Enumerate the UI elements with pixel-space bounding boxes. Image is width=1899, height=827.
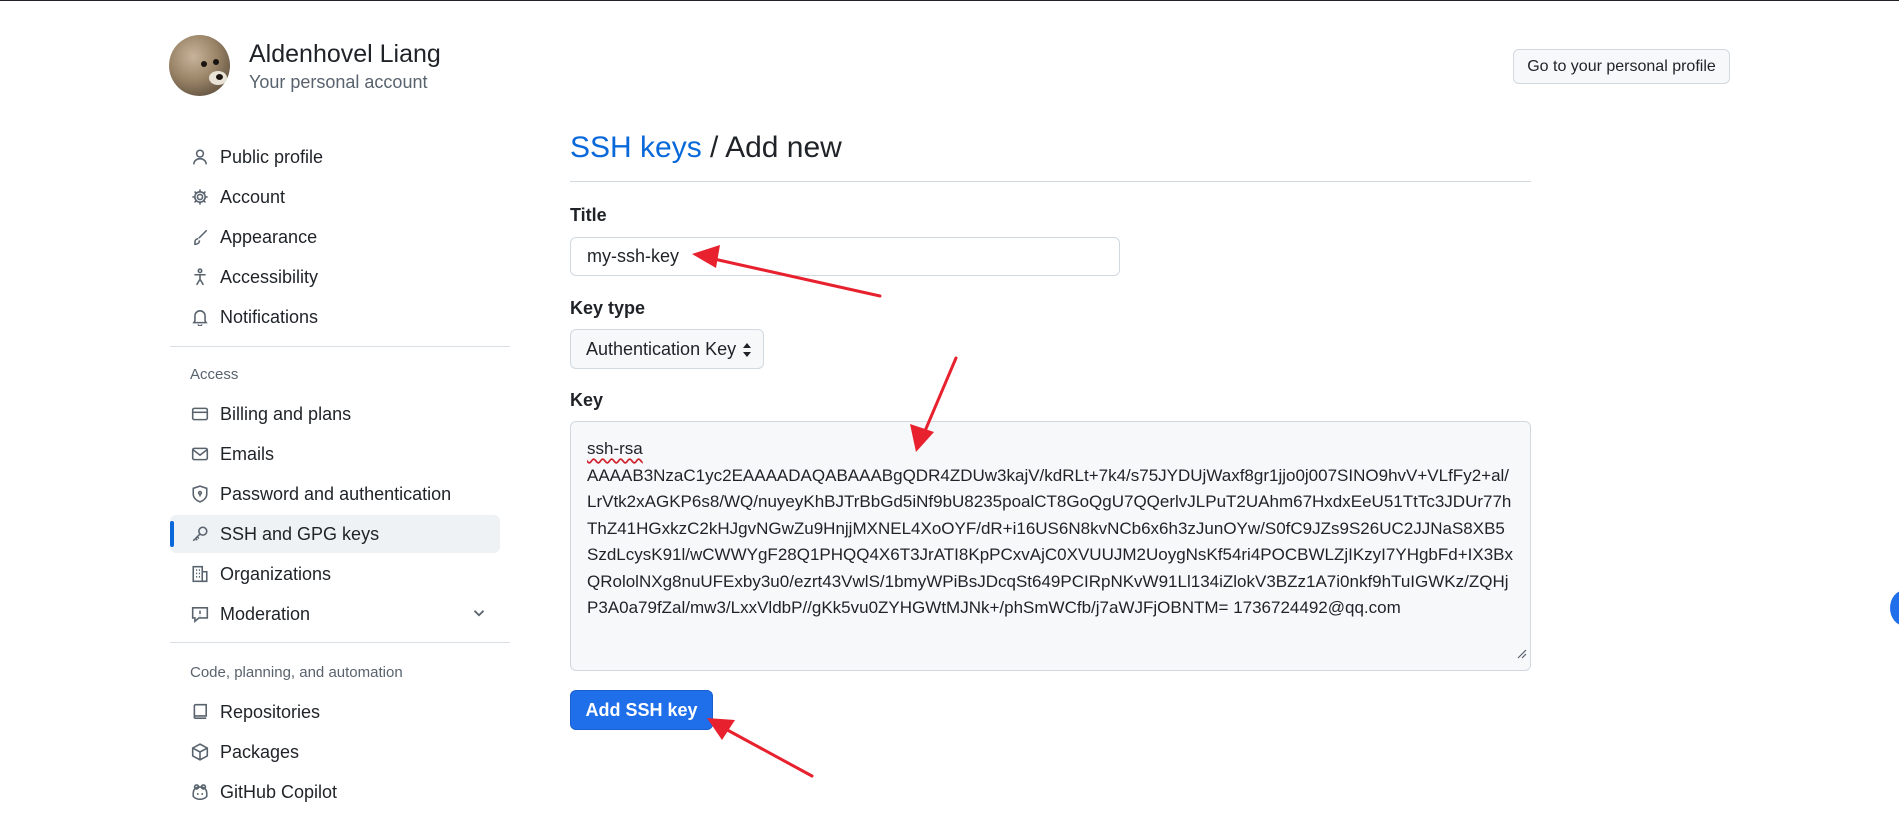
sidebar-item-appearance[interactable]: Appearance bbox=[170, 218, 500, 256]
sidebar-item-label: Password and authentication bbox=[220, 483, 452, 504]
key-icon bbox=[189, 523, 211, 545]
title-label: Title bbox=[570, 205, 607, 225]
sidebar-item-copilot[interactable]: GitHub Copilot bbox=[170, 773, 500, 811]
person-icon bbox=[189, 146, 211, 168]
sidebar-item-label: Public profile bbox=[220, 146, 324, 167]
accessibility-icon bbox=[189, 266, 211, 288]
credit-card-icon bbox=[189, 403, 211, 425]
sidebar-item-label: Billing and plans bbox=[220, 403, 352, 424]
sidebar-item-public-profile[interactable]: Public profile bbox=[170, 138, 500, 176]
title-divider bbox=[570, 181, 1531, 182]
sidebar-item-label: GitHub Copilot bbox=[220, 781, 338, 802]
sidebar-item-accessibility[interactable]: Accessibility bbox=[170, 258, 500, 296]
breadcrumb-ssh-keys-link[interactable]: SSH keys bbox=[570, 131, 702, 164]
page-title: SSH keys / Add new bbox=[570, 131, 842, 165]
sidebar-item-emails[interactable]: Emails bbox=[170, 435, 500, 473]
sidebar-item-label: Moderation bbox=[220, 603, 311, 624]
top-border bbox=[0, 0, 1899, 1]
sidebar-item-password-auth[interactable]: Password and authentication bbox=[170, 475, 500, 513]
sidebar-item-moderation[interactable]: Moderation bbox=[170, 595, 500, 633]
sidebar-item-label: Notifications bbox=[220, 306, 319, 327]
user-name[interactable]: Aldenhovel Liang bbox=[249, 40, 441, 69]
sidebar-item-repositories[interactable]: Repositories bbox=[170, 693, 500, 731]
key-label: Key bbox=[570, 390, 604, 410]
sidebar-item-label: Account bbox=[220, 186, 286, 207]
sidebar-item-label: Packages bbox=[220, 741, 300, 762]
arrow-to-button bbox=[718, 724, 814, 778]
sidebar-item-label: Accessibility bbox=[220, 266, 319, 287]
sidebar-item-label: Emails bbox=[220, 443, 275, 464]
bell-icon bbox=[189, 306, 211, 328]
select-arrows-icon bbox=[741, 341, 753, 364]
sidebar-item-organizations[interactable]: Organizations bbox=[170, 555, 500, 593]
sidebar-item-ssh-gpg-keys[interactable]: SSH and GPG keys bbox=[170, 515, 500, 553]
floating-action-icon[interactable] bbox=[1890, 590, 1899, 626]
sidebar-item-label: Organizations bbox=[220, 563, 332, 584]
package-icon bbox=[189, 741, 211, 763]
sidebar-item-notifications[interactable]: Notifications bbox=[170, 298, 500, 336]
key-textarea[interactable]: ssh-rsa AAAAB3NzaC1yc2EAAAADAQABAAABgQDR… bbox=[570, 421, 1531, 671]
breadcrumb-separator: / bbox=[701, 131, 726, 164]
key-type-select[interactable]: Authentication Key bbox=[570, 329, 764, 369]
sidebar-item-account[interactable]: Account bbox=[170, 178, 500, 216]
shield-lock-icon bbox=[189, 483, 211, 505]
resize-handle-icon[interactable] bbox=[1517, 641, 1527, 668]
go-to-profile-button[interactable]: Go to your personal profile bbox=[1513, 49, 1730, 84]
account-subtitle: Your personal account bbox=[249, 72, 428, 92]
sidebar-heading-code: Code, planning, and automation bbox=[190, 664, 403, 681]
key-text-first-line: ssh-rsa bbox=[587, 439, 643, 458]
organization-icon bbox=[189, 563, 211, 585]
breadcrumb-current: Add new bbox=[725, 131, 842, 164]
title-input-value: my-ssh-key bbox=[587, 246, 680, 266]
paintbrush-icon bbox=[189, 226, 211, 248]
gear-icon bbox=[189, 186, 211, 208]
title-input[interactable]: my-ssh-key bbox=[570, 237, 1120, 276]
add-ssh-key-button[interactable]: Add SSH key bbox=[570, 690, 713, 730]
report-icon bbox=[189, 603, 211, 625]
key-text-body: AAAAB3NzaC1yc2EAAAADAQABAAABgQDR4ZDUw3ka… bbox=[587, 465, 1514, 618]
sidebar-item-label: Repositories bbox=[220, 701, 321, 722]
copilot-icon bbox=[189, 781, 211, 803]
sidebar-heading-access: Access bbox=[190, 366, 239, 383]
chevron-down-icon[interactable] bbox=[470, 604, 488, 627]
sidebar-divider bbox=[170, 642, 510, 643]
avatar[interactable] bbox=[169, 35, 230, 96]
key-type-value: Authentication Key bbox=[586, 338, 737, 359]
repo-icon bbox=[189, 701, 211, 723]
sidebar-item-packages[interactable]: Packages bbox=[170, 733, 500, 771]
sidebar-item-label: Appearance bbox=[220, 226, 318, 247]
sidebar-item-label: SSH and GPG keys bbox=[220, 523, 380, 544]
sidebar-item-billing[interactable]: Billing and plans bbox=[170, 395, 500, 433]
key-type-label: Key type bbox=[570, 298, 646, 318]
mail-icon bbox=[189, 443, 211, 465]
sidebar-divider bbox=[170, 346, 510, 347]
